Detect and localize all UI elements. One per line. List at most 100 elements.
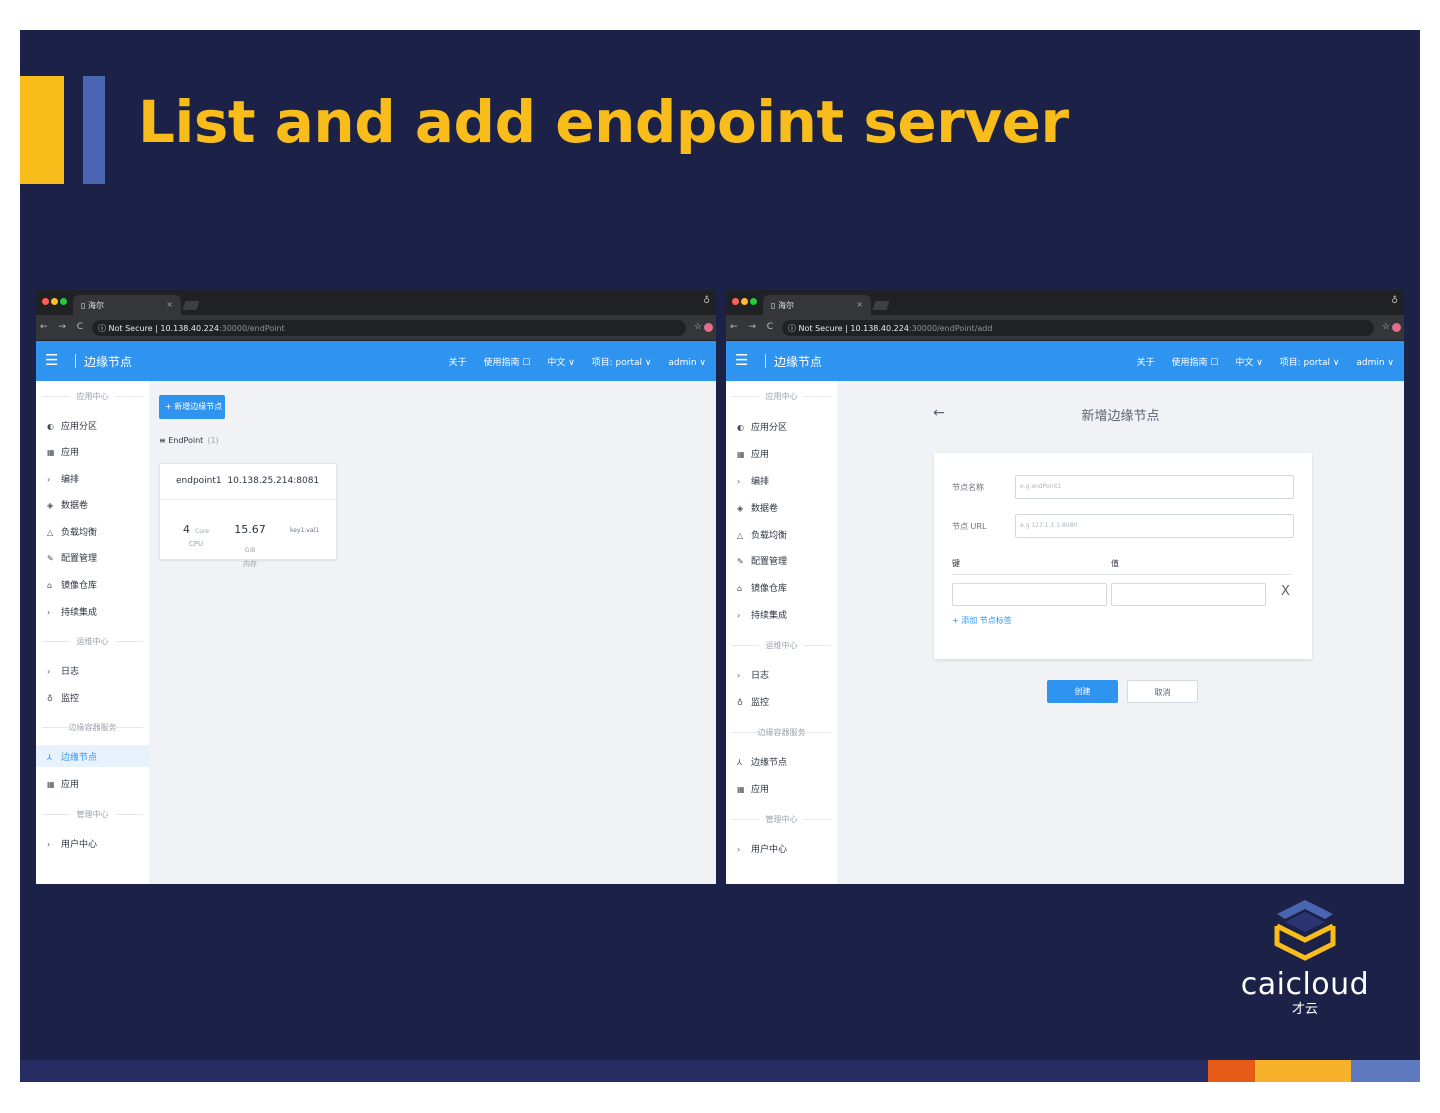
add-endpoint-button[interactable]: + 新增边缘节点	[159, 395, 225, 419]
sidebar-item-apps[interactable]: ▦ 应用	[36, 440, 149, 462]
sidebar-item-load-balancer[interactable]: △ 负载均衡	[726, 523, 837, 545]
sidebar-item-label: 日志	[61, 667, 80, 677]
browser-tab[interactable]: ▯ 海尔 ×	[763, 295, 871, 315]
header-link-guide[interactable]: 使用指南 ☐	[1172, 358, 1219, 368]
header-link-about[interactable]: 关于	[449, 358, 467, 368]
chevron-right-icon: ›	[47, 608, 51, 617]
security-indicator: ⓘ Not Secure	[98, 324, 153, 333]
close-window-icon[interactable]	[42, 298, 49, 305]
sidebar-item-ci[interactable]: › 持续集成	[726, 603, 837, 625]
sidebar-item-registry[interactable]: ⌂ 镜像仓库	[36, 573, 149, 595]
label-value-input[interactable]	[1111, 583, 1266, 606]
header-title: 边缘节点	[774, 355, 823, 369]
sidebar-item-user-center[interactable]: › 用户中心	[36, 832, 149, 854]
user-dropdown[interactable]: admin ∨	[1356, 358, 1394, 368]
sidebar-item-edge-apps[interactable]: ▦ 应用	[36, 772, 149, 794]
grid-icon: ▦	[47, 780, 55, 789]
language-dropdown[interactable]: 中文 ∨	[1235, 358, 1262, 368]
cpu-label: CPU	[188, 540, 204, 548]
memory-stat: 15.67 GiB 内存	[228, 518, 272, 569]
header-link-guide[interactable]: 使用指南 ☐	[484, 358, 531, 368]
registry-icon: ⌂	[737, 584, 743, 593]
sidebar-item-label: 编排	[61, 475, 80, 485]
endpoint-list-label: EndPoint	[168, 436, 204, 445]
menu-icon[interactable]: ☰	[45, 352, 58, 368]
tab-close-icon[interactable]: ×	[856, 300, 863, 309]
header-link-about[interactable]: 关于	[1137, 358, 1155, 368]
sidebar-item-registry[interactable]: ⌂ 镜像仓库	[726, 576, 837, 598]
minimize-window-icon[interactable]	[51, 298, 58, 305]
sidebar-item-monitoring[interactable]: ♁ 监控	[36, 686, 149, 708]
language-dropdown[interactable]: 中文 ∨	[547, 358, 574, 368]
node-url-label: 节点 URL	[952, 522, 987, 531]
endpoint-name: endpoint1	[176, 476, 222, 486]
add-node-label-link[interactable]: + 添加 节点标签	[952, 615, 1012, 626]
url-path: :30000/endPoint	[218, 324, 285, 333]
sidebar-item-label: 镜像仓库	[751, 584, 788, 594]
new-tab-button[interactable]	[872, 301, 890, 310]
sidebar-item-logs[interactable]: › 日志	[726, 663, 837, 685]
chevron-right-icon: ›	[737, 611, 741, 620]
user-dropdown[interactable]: admin ∨	[668, 358, 706, 368]
project-dropdown[interactable]: 项目: portal ∨	[1280, 358, 1340, 368]
create-button[interactable]: 创建	[1047, 680, 1118, 703]
bookmark-star-icon[interactable]: ☆	[694, 322, 702, 332]
menu-icon[interactable]: ☰	[735, 352, 748, 368]
load-balance-icon: △	[737, 531, 744, 540]
memory-label: 内存	[243, 560, 257, 568]
browser-tab[interactable]: ▯ 海尔 ×	[73, 295, 181, 315]
sidebar-item-logs[interactable]: › 日志	[36, 659, 149, 681]
sidebar-item-volumes[interactable]: ◈ 数据卷	[36, 493, 149, 515]
sidebar-item-config[interactable]: ✎ 配置管理	[726, 549, 837, 571]
sidebar-item-app-partition[interactable]: ◐ 应用分区	[726, 415, 837, 437]
extension-icon[interactable]	[704, 323, 713, 332]
endpoint-card[interactable]: endpoint1 10.138.25.214:8081 4 Core CPU …	[159, 463, 337, 568]
list-icon: ≡	[159, 436, 166, 445]
header-links: 关于 使用指南 ☐ 中文 ∨ 项目: portal ∨ admin ∨	[435, 355, 706, 368]
minimize-window-icon[interactable]	[741, 298, 748, 305]
sidebar-item-label: 日志	[751, 671, 770, 681]
project-dropdown[interactable]: 项目: portal ∨	[592, 358, 652, 368]
chevron-right-icon: ›	[737, 477, 741, 486]
label-key-input[interactable]	[952, 583, 1107, 606]
sidebar-item-label: 监控	[751, 698, 770, 708]
sidebar-item-edge-nodes[interactable]: ⅄ 边缘节点	[726, 750, 837, 772]
maximize-window-icon[interactable]	[60, 298, 67, 305]
grid-icon: ▦	[47, 448, 55, 457]
maximize-window-icon[interactable]	[750, 298, 757, 305]
sidebar-item-orchestration[interactable]: › 编排	[36, 467, 149, 489]
sidebar-item-ci[interactable]: › 持续集成	[36, 600, 149, 622]
browser-tab-bar: ▯ 海尔 × ♁	[36, 290, 716, 315]
sidebar-item-volumes[interactable]: ◈ 数据卷	[726, 496, 837, 518]
cancel-button[interactable]: 取消	[1127, 680, 1198, 703]
sidebar-item-load-balancer[interactable]: △ 负载均衡	[36, 520, 149, 542]
node-name-input[interactable]: e.g endPoint1	[1015, 475, 1294, 499]
endpoint-list-main: + 新增边缘节点 ≡ EndPoint (1) endpoint1 10.138.…	[149, 381, 716, 884]
node-url-input[interactable]: e.g 127.1.1.1:8080	[1015, 514, 1294, 538]
bookmark-star-icon[interactable]: ☆	[1382, 322, 1390, 332]
extension-icon[interactable]	[1392, 323, 1401, 332]
sidebar-item-label: 负载均衡	[61, 528, 98, 538]
close-window-icon[interactable]	[732, 298, 739, 305]
footer-accent-blue	[1351, 1060, 1420, 1082]
cpu-unit: Core	[195, 528, 209, 535]
sidebar-item-user-center[interactable]: › 用户中心	[726, 837, 837, 859]
sidebar-item-config[interactable]: ✎ 配置管理	[36, 546, 149, 568]
new-tab-button[interactable]	[182, 301, 200, 310]
wrench-icon: ✎	[47, 554, 54, 563]
url-field[interactable]: ⓘ Not Secure | 10.138.40.224:30000/endPo…	[92, 320, 686, 336]
remove-label-icon[interactable]: X	[1281, 584, 1290, 599]
sidebar-item-edge-nodes[interactable]: ⅄ 边缘节点	[36, 745, 149, 767]
sidebar-item-apps[interactable]: ▦ 应用	[726, 442, 837, 464]
sidebar-item-monitoring[interactable]: ♁ 监控	[726, 690, 837, 712]
chevron-right-icon: ›	[737, 845, 741, 854]
sidebar-item-label: 应用	[751, 785, 770, 795]
sidebar-item-label: 数据卷	[751, 504, 779, 514]
memory-value: 15.67	[234, 523, 266, 536]
tab-close-icon[interactable]: ×	[166, 300, 173, 309]
sidebar-item-orchestration[interactable]: › 编排	[726, 469, 837, 491]
url-field[interactable]: ⓘ Not Secure | 10.138.40.224:30000/endPo…	[782, 320, 1374, 336]
sidebar-item-app-partition[interactable]: ◐ 应用分区	[36, 414, 149, 436]
endpoint-label-tag: key1:val1	[290, 527, 320, 534]
sidebar-item-edge-apps[interactable]: ▦ 应用	[726, 777, 837, 799]
